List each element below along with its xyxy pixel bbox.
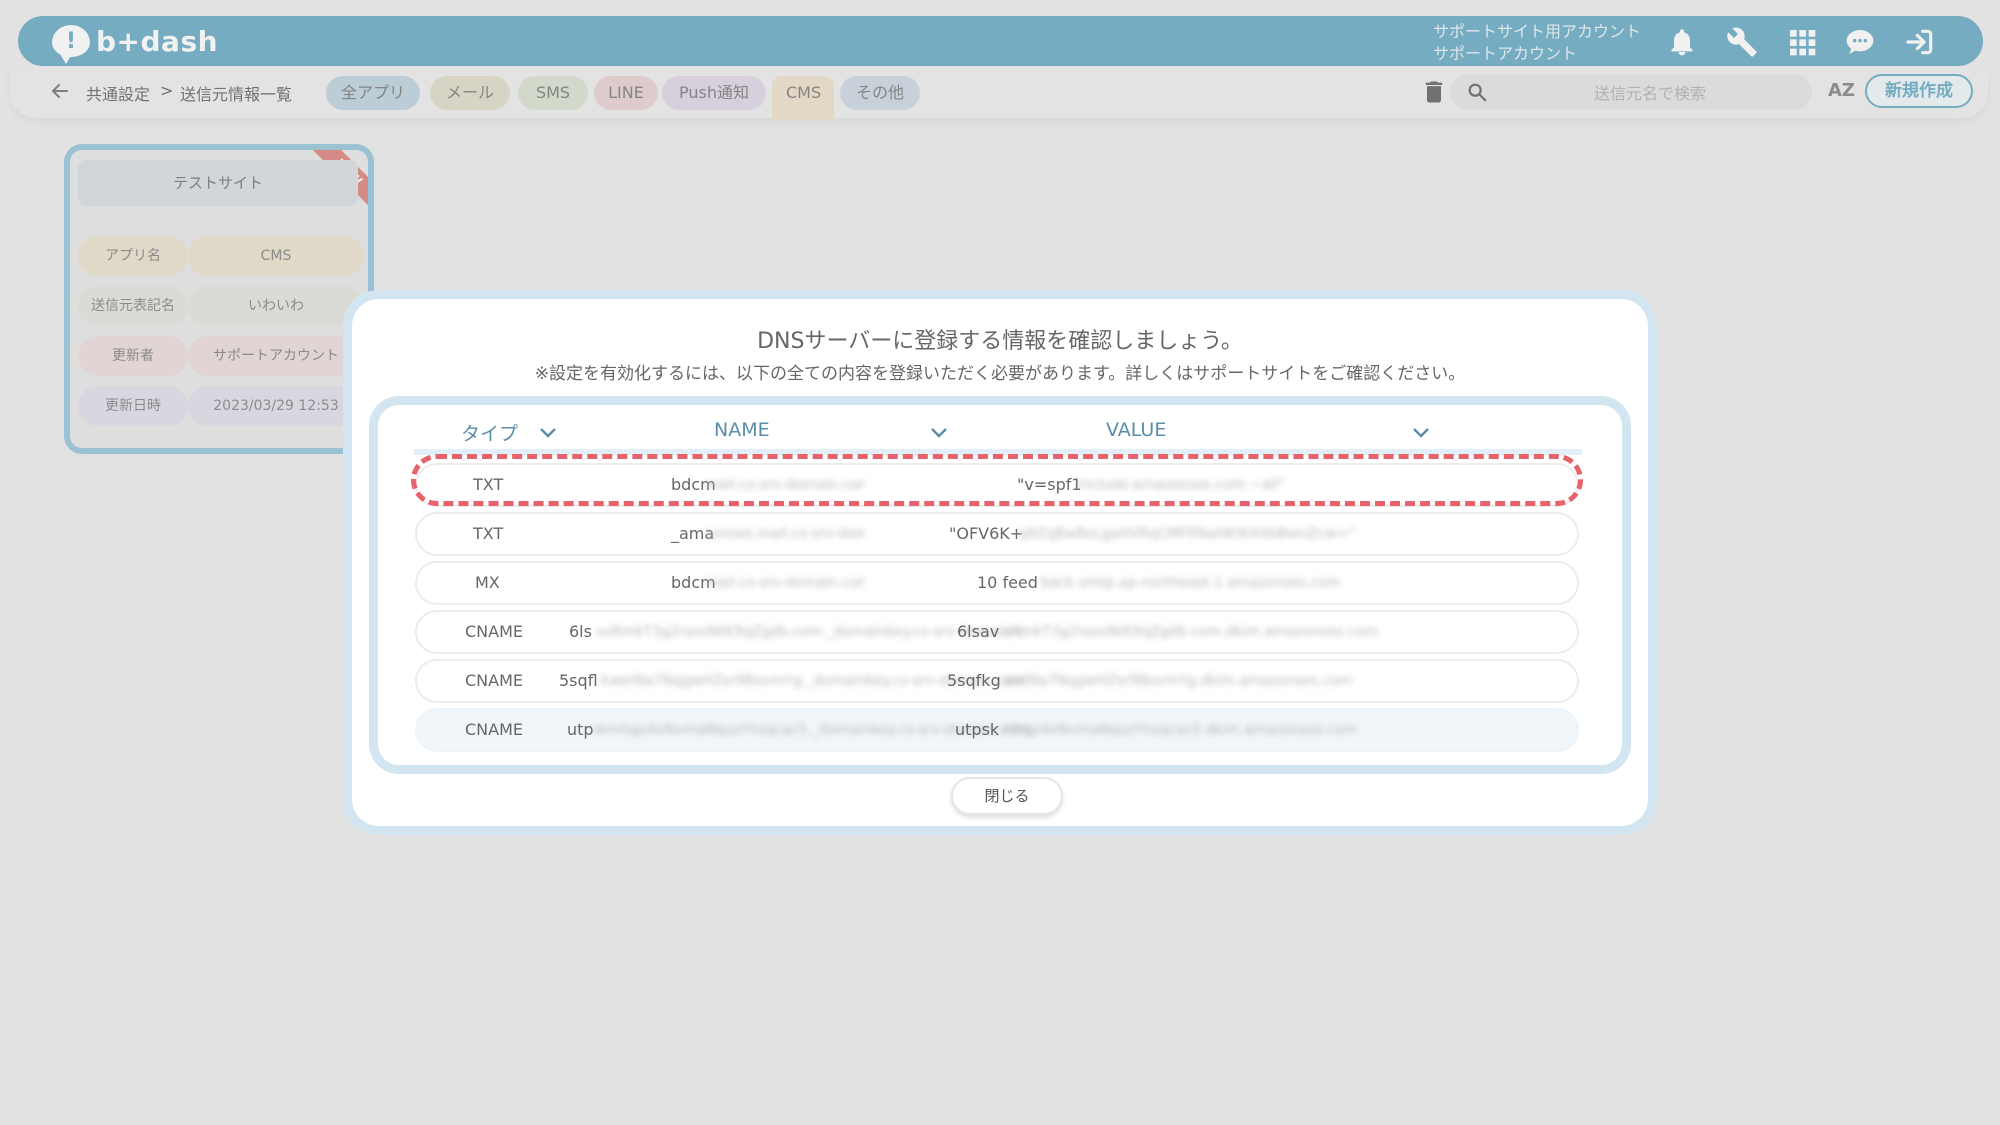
record-value: "OFV6K+ [949,524,1024,543]
table-row[interactable]: MX bdcm mail.cs-srv-domain.com 10 feed b… [415,561,1579,605]
record-value-masked: back-smtp.ap-northeast-1.amazonses.com [1041,575,1341,591]
record-value-masked: mhgz4xNvmaNquzYhzqcac5.dkim.amazonses.co… [1002,722,1358,738]
table-row[interactable]: CNAME 6ls vuRmkT3g2raxsNtK9qZgdb.com._do… [415,610,1579,654]
record-value-masked: q9ZqBw8xLgaHVRqCMFRNaHK9t4XbBwnZcw=" [1019,526,1355,542]
record-value: utpsk [955,720,1000,739]
chevron-down-icon[interactable] [930,427,948,439]
chevron-down-icon[interactable] [539,427,557,439]
record-name: 6ls [569,622,592,641]
close-button[interactable]: 閉じる [951,777,1063,815]
chevron-down-icon[interactable] [1412,427,1430,439]
record-name-masked: mail.cs-srv-domain.com [705,575,865,591]
table-row[interactable]: CNAME 5sqfl kwetNa7NqgwHZsr9BovmYg._doma… [415,659,1579,703]
record-value: 6lsav [957,622,1000,641]
table-row[interactable]: CNAME utp skmhgz4xNvmaNquzYhzqcac5._doma… [415,708,1579,752]
record-name: 5sqfl [559,671,598,690]
record-value: 10 feed [977,573,1038,592]
modal-title: DNSサーバーに登録する情報を確認しましょう。 [757,329,1243,354]
record-name-masked: zonses.mail.cs-srv-domain.com [705,526,865,542]
modal-subtitle: ※設定を有効化するには、以下の全ての内容を登録いただく必要があります。詳しくはサ… [534,364,1466,384]
column-header-type[interactable]: タイプ [461,419,518,446]
dns-records-table: タイプ NAME VALUE TXT bdcm mail.cs-srv-doma… [369,396,1631,774]
column-header-value[interactable]: VALUE [1106,419,1166,441]
record-value: 5sqfkg [947,671,1001,690]
record-type: CNAME [465,671,523,690]
record-type: MX [475,573,500,592]
record-name: utp [567,720,594,739]
record-type: CNAME [465,720,523,739]
record-type: CNAME [465,622,523,641]
highlight-annotation [411,454,1583,506]
record-value-masked: wetNa7NqgwHZsr9BovmYg.dkim.amazonses.com [1003,673,1353,689]
dns-info-modal: DNSサーバーに登録する情報を確認しましょう。 ※設定を有効化するには、以下の全… [343,290,1657,835]
record-type: TXT [473,524,504,543]
column-header-name[interactable]: NAME [714,419,770,441]
table-row[interactable]: TXT _ama zonses.mail.cs-srv-domain.com "… [415,512,1579,556]
record-value-masked: uRmkT3g2raxsNtK9qZgdb.com.dkim.amazonses… [1002,624,1378,640]
